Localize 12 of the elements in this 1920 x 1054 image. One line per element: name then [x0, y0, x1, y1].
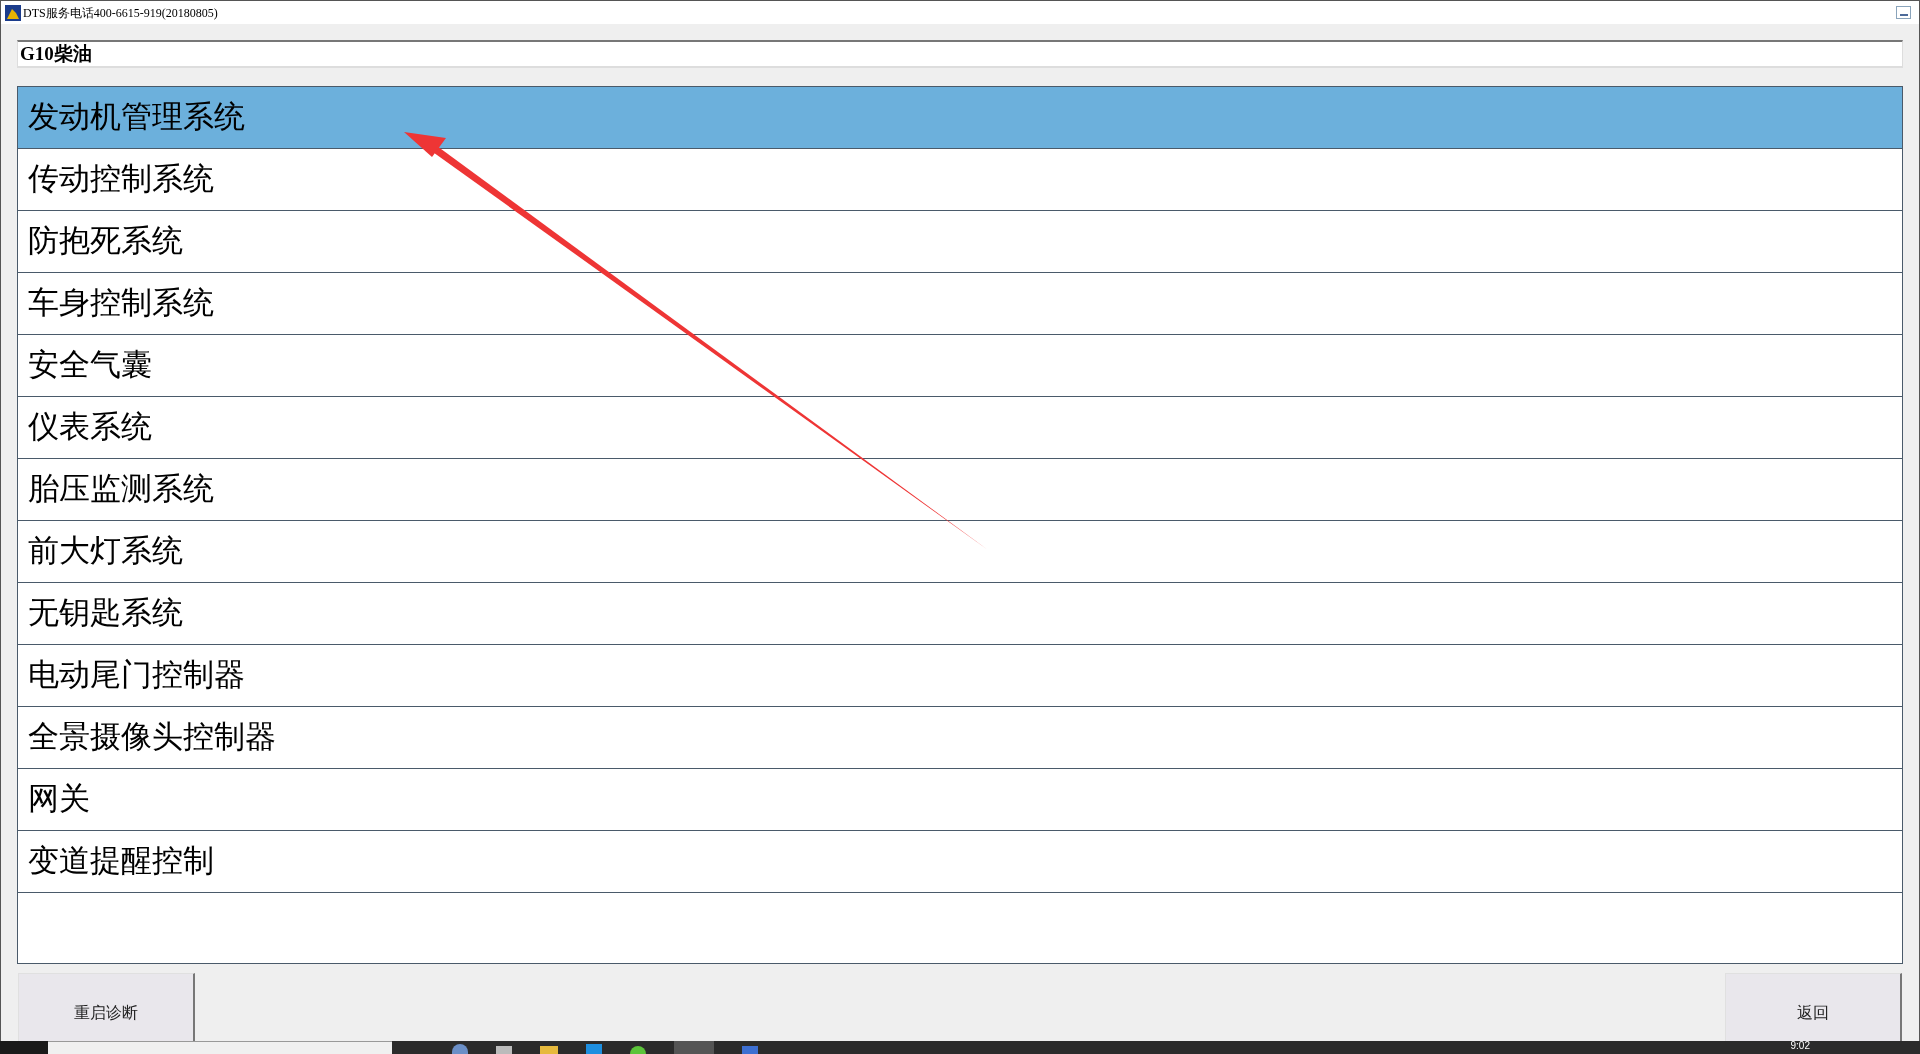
system-item[interactable]: 发动机管理系统 — [18, 87, 1902, 150]
browser-icon[interactable] — [452, 1044, 468, 1054]
folder-icon[interactable] — [540, 1046, 558, 1054]
clock: 9:02 — [1790, 1041, 1810, 1052]
back-button[interactable]: 返回 — [1725, 973, 1902, 1042]
app-icon — [5, 4, 21, 21]
window-title: DTS服务电话400-6615-919(20180805) — [23, 4, 218, 22]
vehicle-field[interactable]: G10柴油 — [17, 40, 1903, 69]
taskbar-search-field[interactable] — [48, 1041, 392, 1054]
restart-diagnosis-button[interactable]: 重启诊断 — [18, 973, 195, 1042]
start-button[interactable] — [0, 1041, 48, 1054]
minimize-button[interactable] — [1896, 6, 1911, 20]
